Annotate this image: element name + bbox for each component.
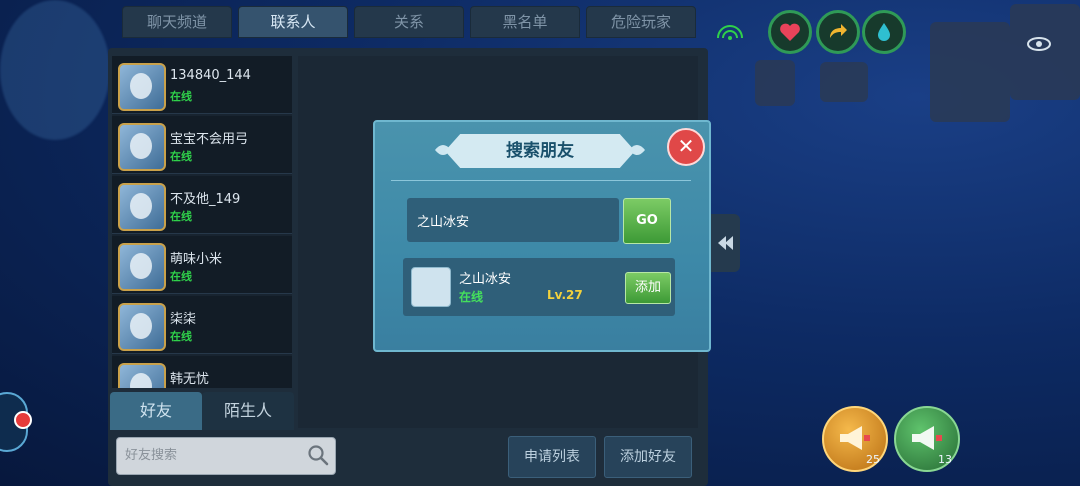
close-button[interactable]: ✕ <box>667 128 705 166</box>
result-status: 在线 <box>459 290 484 304</box>
add-friend-button[interactable]: 添加好友 <box>604 436 692 478</box>
add-button[interactable]: 添加 <box>625 272 671 304</box>
horn-count: 25 <box>866 453 880 466</box>
background-stump <box>930 22 1010 122</box>
background-stump <box>820 62 868 102</box>
search-result-row: 之山冰安 在线 Lv.27 添加 <box>403 258 675 316</box>
avatar <box>411 267 451 307</box>
list-item[interactable]: 不及他_149 在线 <box>112 176 292 234</box>
tab-dangerous-players[interactable]: 危险玩家 <box>586 6 696 38</box>
horn-count: 13 <box>938 453 952 466</box>
collapse-arrow-icon <box>718 236 733 250</box>
collapse-panel-button[interactable] <box>708 214 740 272</box>
tab-blacklist[interactable]: 黑名单 <box>470 6 580 38</box>
list-item[interactable]: 134840_144 在线 <box>112 56 292 114</box>
search-friend-dialog: 搜索朋友 ✕ GO 之山冰安 在线 Lv.27 添加 <box>373 120 711 352</box>
contact-status: 在线 <box>170 210 192 223</box>
close-icon: ✕ <box>677 134 695 158</box>
horn-button-gold[interactable]: 25 <box>822 406 888 472</box>
like-button[interactable] <box>768 10 812 54</box>
contact-status: 在线 <box>170 330 192 343</box>
background-stump <box>755 60 795 106</box>
contact-name: 柒柒 <box>170 312 197 327</box>
friend-search-field <box>116 437 336 475</box>
result-level: Lv.27 <box>547 288 583 302</box>
share-button[interactable] <box>816 10 860 54</box>
contact-status: 在线 <box>170 90 192 103</box>
friend-search-input[interactable] <box>117 438 313 472</box>
notification-dot <box>14 411 32 429</box>
friend-name-input[interactable] <box>407 198 617 242</box>
background-tree <box>0 0 110 140</box>
background-stump <box>1010 4 1080 100</box>
dialog-title: 搜索朋友 <box>445 134 635 168</box>
contact-name: 不及他_149 <box>170 192 241 207</box>
contact-name: 134840_144 <box>170 68 251 83</box>
contact-name: 韩无忧 <box>170 372 210 387</box>
list-item[interactable]: 宝宝不会用弓 在线 <box>112 116 292 174</box>
tab-strangers[interactable]: 陌生人 <box>202 392 294 430</box>
avatar <box>118 303 166 351</box>
request-list-button[interactable]: 申请列表 <box>508 436 596 478</box>
share-icon <box>830 24 847 38</box>
title-ornament-icon <box>629 145 645 155</box>
friend-name-field <box>407 198 619 242</box>
horn-button-green[interactable]: 13 <box>894 406 960 472</box>
tab-relations[interactable]: 关系 <box>354 6 464 38</box>
chat-tabs: 聊天频道 联系人 关系 黑名单 危险玩家 <box>122 6 696 38</box>
avatar <box>118 363 166 388</box>
avatar <box>118 63 166 111</box>
contact-status: 在线 <box>170 150 192 163</box>
drop-button[interactable] <box>862 10 906 54</box>
tab-friends[interactable]: 好友 <box>110 392 202 430</box>
go-button[interactable]: GO <box>623 198 671 244</box>
divider <box>391 180 691 181</box>
result-name: 之山冰安 <box>459 272 512 287</box>
contact-list[interactable]: 134840_144 在线 宝宝不会用弓 在线 不及他_149 在线 萌味小米 … <box>112 56 292 388</box>
list-item[interactable]: 韩无忧 <box>112 356 292 388</box>
avatar <box>118 243 166 291</box>
contact-status: 在线 <box>170 270 192 283</box>
search-icon[interactable] <box>307 444 329 466</box>
avatar <box>118 183 166 231</box>
tab-chat-channel[interactable]: 聊天频道 <box>122 6 232 38</box>
list-item[interactable]: 萌味小米 在线 <box>112 236 292 294</box>
avatar <box>118 123 166 171</box>
heart-icon <box>780 23 800 41</box>
contact-name: 萌味小米 <box>170 252 223 267</box>
drop-icon <box>878 23 890 41</box>
eye-icon[interactable] <box>1027 36 1051 52</box>
list-item[interactable]: 柒柒 在线 <box>112 296 292 354</box>
contact-name: 宝宝不会用弓 <box>170 132 249 147</box>
tab-contacts[interactable]: 联系人 <box>238 6 348 38</box>
signal-icon <box>717 25 743 40</box>
